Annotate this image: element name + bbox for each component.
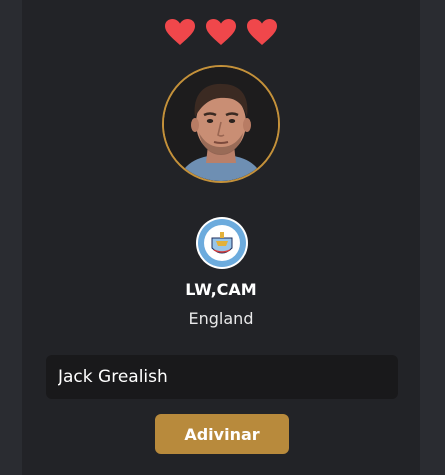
player-nationality: England: [188, 309, 254, 328]
guess-button[interactable]: Adivinar: [155, 414, 289, 454]
heart-icon: [165, 19, 195, 45]
player-portrait-icon: [164, 67, 278, 181]
heart-icon: [247, 19, 277, 45]
club-crest-icon: [196, 217, 248, 269]
lives-indicator: [22, 18, 420, 46]
app-background: LW,CAM England Adivinar: [0, 0, 445, 475]
player-photo: [162, 65, 280, 183]
guess-input[interactable]: [46, 355, 398, 399]
player-position: LW,CAM: [185, 280, 257, 299]
game-card: LW,CAM England Adivinar: [22, 0, 420, 475]
heart-icon: [206, 19, 236, 45]
